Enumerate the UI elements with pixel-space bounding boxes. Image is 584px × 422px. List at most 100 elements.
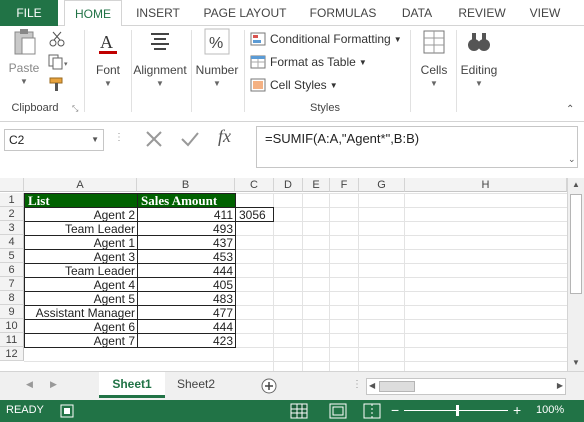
add-sheet-icon[interactable] xyxy=(261,378,277,394)
cells-button[interactable]: Cells ▼ xyxy=(414,28,454,88)
paste-button[interactable]: Paste ▼ xyxy=(6,28,42,86)
row-header[interactable]: 9 xyxy=(0,305,24,319)
format-painter-icon[interactable] xyxy=(48,76,66,92)
tab-data[interactable]: DATA xyxy=(392,0,442,26)
select-all-corner[interactable] xyxy=(0,178,24,192)
row-header[interactable]: 4 xyxy=(0,235,24,249)
name-box[interactable]: C2 ▼ xyxy=(4,129,104,151)
insert-function-icon[interactable]: fx xyxy=(218,126,231,147)
row-header[interactable]: 1 xyxy=(0,193,24,207)
tab-home[interactable]: HOME xyxy=(64,0,122,27)
macro-record-icon[interactable] xyxy=(60,404,74,418)
cell-b7[interactable]: 405 xyxy=(137,277,236,292)
cell-b8[interactable]: 483 xyxy=(137,291,236,306)
cell-b1[interactable]: Sales Amount xyxy=(137,193,236,208)
tab-review[interactable]: REVIEW xyxy=(450,0,514,26)
dialog-launcher-icon[interactable]: ⤡ xyxy=(72,104,78,114)
cell-b5[interactable]: 453 xyxy=(137,249,236,264)
cell-a10[interactable]: Agent 6 xyxy=(24,319,138,334)
tab-insert[interactable]: INSERT xyxy=(128,0,188,26)
vertical-scrollbar[interactable]: ▲ ▼ xyxy=(567,178,584,371)
cell-a3[interactable]: Team Leader xyxy=(24,221,138,236)
page-layout-view-icon[interactable] xyxy=(329,403,347,419)
column-header-h[interactable]: H xyxy=(405,178,567,192)
cell-a11[interactable]: Agent 7 xyxy=(24,333,138,348)
cancel-icon[interactable] xyxy=(145,130,163,148)
ribbon: Paste ▼ ▾ Clipboard ⤡ A Font ▼ Alignment… xyxy=(0,26,584,122)
svg-text:%: % xyxy=(209,35,223,52)
zoom-in-icon[interactable]: + xyxy=(513,402,521,418)
cell-a4[interactable]: Agent 1 xyxy=(24,235,138,250)
formula-input[interactable]: =SUMIF(A:A,"Agent*",B:B) xyxy=(256,126,578,168)
row-header[interactable]: 12 xyxy=(0,347,24,361)
horizontal-scrollbar[interactable]: ◀ ▶ xyxy=(366,378,566,395)
row-header[interactable]: 8 xyxy=(0,291,24,305)
cell-c2-selected[interactable]: 3056 xyxy=(235,207,274,222)
split-handle-icon[interactable]: ⋮ xyxy=(352,379,362,390)
format-as-table-button[interactable]: Format as Table ▼ xyxy=(250,55,367,69)
scroll-thumb[interactable] xyxy=(570,194,582,294)
alignment-label: Alignment xyxy=(133,63,187,77)
tab-formulas[interactable]: FORMULAS xyxy=(302,0,384,26)
tab-file[interactable]: FILE xyxy=(0,0,58,26)
column-header-c[interactable]: C xyxy=(235,178,274,192)
scroll-down-icon[interactable]: ▼ xyxy=(572,358,580,367)
expand-formula-icon[interactable]: ⌄ xyxy=(568,154,576,165)
group-clipboard: Clipboard xyxy=(11,102,59,114)
zoom-out-icon[interactable]: − xyxy=(391,402,399,418)
conditional-formatting-button[interactable]: Conditional Formatting ▼ xyxy=(250,32,402,46)
column-header-b[interactable]: B xyxy=(137,178,235,192)
column-header-e[interactable]: E xyxy=(303,178,330,192)
font-button[interactable]: A Font ▼ xyxy=(88,28,128,88)
cell-b3[interactable]: 493 xyxy=(137,221,236,236)
column-header-d[interactable]: D xyxy=(274,178,303,192)
tab-view[interactable]: VIEW xyxy=(522,0,568,26)
editing-button[interactable]: Editing ▼ xyxy=(458,28,500,88)
cell-b10[interactable]: 444 xyxy=(137,319,236,334)
column-header-f[interactable]: F xyxy=(330,178,359,192)
cell-b4[interactable]: 437 xyxy=(137,235,236,250)
next-sheet-icon[interactable]: ▶ xyxy=(50,379,57,390)
row-header[interactable]: 6 xyxy=(0,263,24,277)
row-header[interactable]: 10 xyxy=(0,319,24,333)
alignment-button[interactable]: Alignment ▼ xyxy=(131,28,189,88)
scroll-right-icon[interactable]: ▶ xyxy=(557,381,563,390)
row-header[interactable]: 3 xyxy=(0,221,24,235)
cell-a1[interactable]: List xyxy=(24,193,138,208)
cell-a2[interactable]: Agent 2 xyxy=(24,207,138,222)
chevron-down-icon[interactable]: ▼ xyxy=(91,130,99,150)
column-header-a[interactable]: A xyxy=(24,178,137,192)
number-button[interactable]: % Number ▼ xyxy=(193,28,241,88)
collapse-ribbon-icon[interactable]: ⌃ xyxy=(566,104,574,115)
cell-a9[interactable]: Assistant Manager xyxy=(24,305,138,320)
cut-icon[interactable] xyxy=(48,30,66,48)
column-header-g[interactable]: G xyxy=(359,178,405,192)
cell-b2[interactable]: 411 xyxy=(137,207,236,222)
row-header[interactable]: 5 xyxy=(0,249,24,263)
cell-a7[interactable]: Agent 4 xyxy=(24,277,138,292)
worksheet-grid: A B C D E F G H 1 2 3 4 5 6 7 8 9 10 11 … xyxy=(0,178,567,371)
cell-a5[interactable]: Agent 3 xyxy=(24,249,138,264)
cell-a6[interactable]: Team Leader xyxy=(24,263,138,278)
page-break-view-icon[interactable] xyxy=(363,403,381,419)
cell-b9[interactable]: 477 xyxy=(137,305,236,320)
cell-b6[interactable]: 444 xyxy=(137,263,236,278)
zoom-slider-thumb[interactable] xyxy=(456,405,459,416)
normal-view-icon[interactable] xyxy=(290,403,308,419)
copy-icon[interactable]: ▾ xyxy=(48,54,70,70)
prev-sheet-icon[interactable]: ◀ xyxy=(26,379,33,390)
cell-styles-button[interactable]: Cell Styles ▼ xyxy=(250,78,338,92)
scroll-up-icon[interactable]: ▲ xyxy=(572,180,580,189)
row-header[interactable]: 2 xyxy=(0,207,24,221)
tab-page-layout[interactable]: PAGE LAYOUT xyxy=(195,0,295,26)
row-header[interactable]: 7 xyxy=(0,277,24,291)
scroll-left-icon[interactable]: ◀ xyxy=(369,381,375,390)
row-header[interactable]: 11 xyxy=(0,333,24,347)
tab-sheet2[interactable]: Sheet2 xyxy=(166,372,226,398)
enter-icon[interactable] xyxy=(180,130,200,148)
cell-b11[interactable]: 423 xyxy=(137,333,236,348)
tab-sheet1[interactable]: Sheet1 xyxy=(99,372,165,398)
zoom-level[interactable]: 100% xyxy=(536,404,564,416)
cell-a8[interactable]: Agent 5 xyxy=(24,291,138,306)
scroll-thumb[interactable] xyxy=(379,381,415,392)
